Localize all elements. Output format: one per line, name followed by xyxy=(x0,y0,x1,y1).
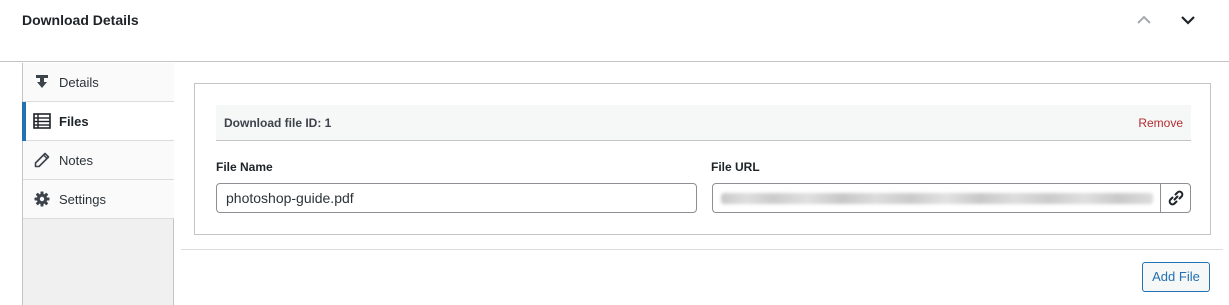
insert-link-button[interactable] xyxy=(1160,183,1191,213)
download-details-metabox: Download Details Details Files Notes Set… xyxy=(0,0,1229,305)
tab-details[interactable]: Details xyxy=(23,63,174,102)
file-name-input[interactable]: photoshop-guide.pdf xyxy=(216,183,697,213)
file-url-label: File URL xyxy=(711,160,760,174)
file-name-label: File Name xyxy=(216,160,273,174)
file-id-label: Download file ID: 1 xyxy=(224,116,332,130)
chevron-up-icon xyxy=(1137,15,1151,24)
file-panel: Download file ID: 1 Remove File Name Fil… xyxy=(194,83,1211,235)
tab-notes-label: Notes xyxy=(59,153,93,168)
list-icon xyxy=(33,112,51,130)
chevron-down-icon xyxy=(1181,16,1195,25)
pencil-icon xyxy=(33,151,51,169)
gear-icon xyxy=(33,190,51,208)
add-file-button[interactable]: Add File xyxy=(1142,262,1210,292)
tab-files[interactable]: Files xyxy=(22,102,174,141)
tab-settings-label: Settings xyxy=(59,192,106,207)
tab-files-label: Files xyxy=(59,114,89,129)
file-header: Download file ID: 1 Remove xyxy=(216,105,1191,141)
toggle-panel-button[interactable] xyxy=(1176,8,1200,32)
tab-details-label: Details xyxy=(59,75,99,90)
footer-divider xyxy=(181,249,1223,250)
metabox-title: Download Details xyxy=(22,12,139,28)
tab-list: Details Files Notes Settings xyxy=(22,63,174,305)
tab-notes[interactable]: Notes xyxy=(23,141,174,180)
move-up-button[interactable] xyxy=(1132,8,1156,32)
link-icon xyxy=(1168,190,1183,206)
remove-link[interactable]: Remove xyxy=(1138,116,1183,130)
tab-settings[interactable]: Settings xyxy=(23,180,174,219)
blurred-url-value xyxy=(721,193,1153,204)
download-icon xyxy=(33,73,51,91)
metabox-header: Download Details xyxy=(0,0,1229,62)
file-url-input[interactable] xyxy=(712,183,1161,213)
